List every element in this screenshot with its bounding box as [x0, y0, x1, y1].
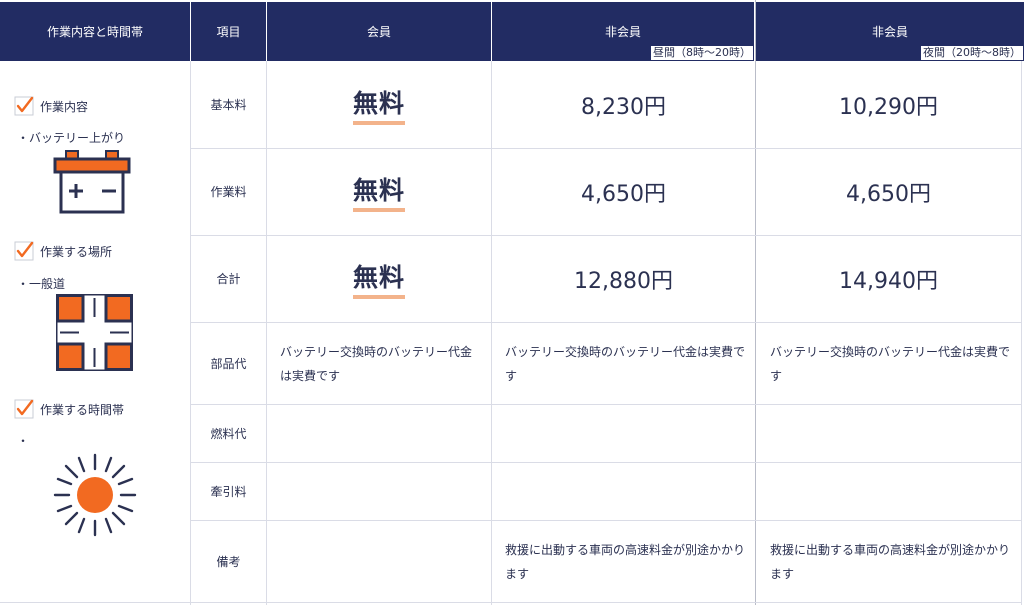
work-content-item: 作業内容: [14, 96, 88, 116]
night-parts-note: バッテリー交換時のバッテリー代金は実費です: [770, 345, 1011, 383]
sun-icon: [53, 453, 137, 537]
header-nighttime-badge: 夜間（20時〜8時）: [921, 46, 1023, 60]
header-member: 会員: [267, 2, 491, 61]
day-total-fee: 12,880円: [574, 268, 673, 294]
header-nonmember-night: 非会員 夜間（20時〜8時）: [756, 2, 1024, 61]
header-daytime-badge: 昼間（8時〜20時）: [651, 46, 753, 60]
day-remarks-note: 救援に出動する車両の高速料金が別途かかります: [505, 543, 746, 581]
row-divider: [191, 322, 1022, 323]
row-label-basic: 基本料: [210, 98, 247, 112]
row-label-tow: 牽引料: [210, 484, 247, 499]
member-basic-fee: 無料: [267, 61, 491, 148]
row-label-work: 作業料: [210, 185, 247, 199]
row-divider: [0, 602, 1022, 603]
row-label-parts: 部品代: [210, 356, 247, 371]
work-place-value: ・一般道: [17, 277, 66, 291]
checkmark-icon: [14, 399, 34, 419]
row-divider: [191, 404, 1022, 405]
work-content-value: ・バッテリー上がり: [17, 131, 126, 145]
day-parts-note: バッテリー交換時のバッテリー代金は実費です: [505, 345, 746, 383]
table-header: 作業内容と時間帯 項目 会員 非会員 昼間（8時〜20時） 非会員 夜間（20時…: [0, 0, 1024, 61]
road-intersection-icon: [56, 294, 133, 371]
row-label-total: 合計: [216, 272, 241, 286]
divider: [1021, 61, 1022, 605]
member-total-fee: 無料: [267, 235, 491, 322]
row-label-fuel: 燃料代: [210, 426, 247, 441]
night-work-fee: 4,650円: [846, 181, 931, 207]
work-time-value: ・: [17, 434, 30, 448]
header-nonmember-day: 非会員 昼間（8時〜20時）: [492, 2, 754, 61]
battery-icon: [53, 150, 131, 214]
night-total-fee: 14,940円: [839, 268, 938, 294]
checkmark-icon: [14, 96, 34, 116]
row-divider: [191, 462, 1022, 463]
row-label-remarks: 備考: [216, 554, 241, 569]
work-time-item: 作業する時間帯: [14, 399, 124, 419]
header-work-and-time: 作業内容と時間帯: [0, 2, 190, 61]
row-divider: [191, 520, 1022, 521]
day-work-fee: 4,650円: [581, 181, 666, 207]
day-basic-fee: 8,230円: [581, 94, 666, 120]
member-work-fee: 無料: [267, 148, 491, 235]
night-remarks-note: 救援に出動する車両の高速料金が別途かかります: [770, 543, 1011, 581]
member-parts-note: バッテリー交換時のバッテリー代金は実費です: [280, 345, 473, 383]
work-place-item: 作業する場所: [14, 241, 112, 261]
checkmark-icon: [14, 241, 34, 261]
header-item: 項目: [191, 2, 266, 61]
night-basic-fee: 10,290円: [839, 94, 938, 120]
